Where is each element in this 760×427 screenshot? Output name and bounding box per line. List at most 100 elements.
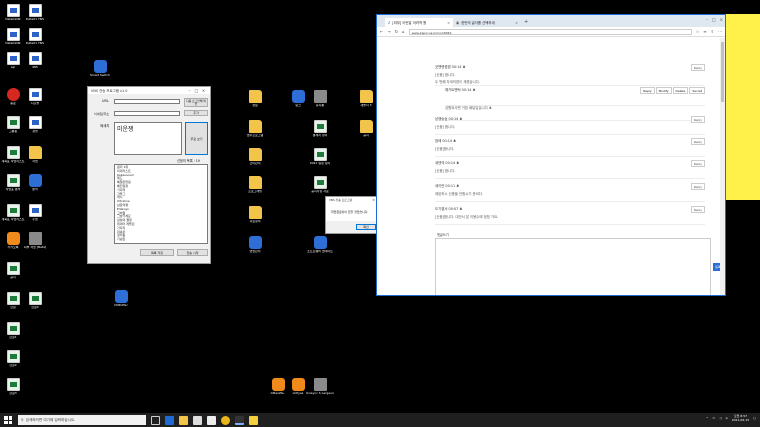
dialog-titlebar: VNS 전송 프로그램 × (326, 197, 380, 203)
dialog-ok-button[interactable]: 확인 (356, 224, 376, 230)
comment-body: [신중] 합니다. (435, 169, 456, 173)
taskbar-search[interactable]: ⚲ 검색하려면 여기에 입력하십시오. (18, 415, 146, 425)
tab-board[interactable]: Z [외부] 이런말 어려역 원 × (385, 18, 453, 27)
close-icon[interactable]: × (200, 88, 207, 93)
desktop-icon[interactable]: 공지 (0, 262, 27, 280)
browser-close-icon[interactable]: × (720, 17, 723, 22)
reply-button[interactable]: Reply (690, 160, 705, 167)
desktop-icon[interactable]: Unisync S Largeurs (306, 378, 334, 396)
favorites-icon[interactable]: ☆ (696, 29, 700, 34)
browser-minimize-icon[interactable]: – (706, 17, 708, 22)
share-icon[interactable]: ⇪ (711, 29, 714, 34)
tray-chevron-icon[interactable]: ^ (706, 416, 709, 420)
desktop-icon[interactable]: Smart Switch (86, 60, 114, 78)
address-bar[interactable]: www.2apocus.kr/no/18062 (408, 28, 692, 35)
desktop-icon[interactable]: 간이관리 (241, 148, 269, 166)
comment-action-button[interactable]: Secret (689, 87, 705, 94)
desktop-icon[interactable]: 업무프로그램 (241, 120, 269, 138)
desktop-icon[interactable]: 분석 (21, 174, 49, 192)
desktop-icon[interactable]: 소프트웨어 업데이트 (306, 236, 334, 254)
desktop-icon[interactable]: 지출올 (21, 88, 49, 106)
send-button[interactable]: 무료 보기 (185, 122, 208, 155)
desktop-icon[interactable]: 자료정리 (241, 206, 269, 224)
notification-icon[interactable]: ▢ (753, 416, 756, 420)
desktop-icon[interactable]: CMD4Tac (107, 290, 135, 308)
desktop-icon[interactable]: 수업 (21, 204, 49, 222)
hub-icon[interactable]: ≡ (703, 29, 706, 34)
desktop-icon[interactable]: 한글2 (0, 350, 27, 368)
xls-file-icon (6, 116, 20, 129)
desktop-icon[interactable]: 정보 (241, 90, 269, 108)
save-list-button[interactable]: 목록 저장 (140, 249, 174, 256)
tab-second[interactable]: ▣ 한번의 글자를 선택하세 × (453, 18, 521, 27)
desktop-icon[interactable]: 485 (21, 52, 49, 70)
minimize-icon[interactable]: – (186, 88, 193, 93)
explorer-icon[interactable] (179, 415, 188, 425)
submit-button[interactable]: 등록 (713, 263, 720, 271)
reply-button[interactable]: Reply (690, 206, 705, 213)
desktop-icon[interactable]: 정렬 (21, 116, 49, 134)
reply-button[interactable]: Reply (690, 64, 705, 71)
comment-author: 남쟁숭숭 00:14 ♣ (435, 117, 463, 121)
back-icon[interactable]: ← (380, 29, 383, 34)
comment-author: 참에 00:14 ♣ (435, 139, 457, 143)
comment-action-button[interactable]: Reply (640, 87, 655, 94)
reply-button[interactable]: Reply (690, 116, 705, 123)
desktop-icon[interactable]: 한글1 (0, 322, 27, 340)
forward-icon[interactable]: → (387, 29, 390, 34)
url-input[interactable] (114, 99, 180, 104)
clock[interactable]: 오전 8:57 2021-06-15 (732, 414, 749, 422)
desktop-icon[interactable]: 공지사항 자료 (306, 176, 334, 194)
app-task-icon[interactable] (235, 415, 244, 425)
desktop-icon[interactable]: Data01 TNS (21, 28, 49, 46)
desktop-icon[interactable]: 휴지통 (306, 90, 334, 108)
browser-scrollbar[interactable] (720, 38, 725, 295)
desktop-icon[interactable]: 영업관리 (241, 236, 269, 254)
tab-second-icon: ▣ (456, 20, 460, 25)
window-controls: – □ × (706, 17, 723, 22)
maximize-icon[interactable]: □ (193, 88, 200, 93)
desktop-icon[interactable]: 한글3 (0, 378, 27, 396)
ime-icon[interactable]: A (726, 416, 728, 420)
task-view-icon[interactable] (151, 415, 160, 425)
target-list[interactable]: 원더 1위 미미리스트 Kakaosoom 제드 혜밀은앙링 혜진일정 기다려 가을그 캐시 Ul… (114, 164, 208, 244)
desktop-icon[interactable]: 프로그래밍 (241, 176, 269, 194)
desktop-icon[interactable]: 작업 (21, 146, 49, 164)
nick-input[interactable] (114, 111, 180, 116)
comment-editor[interactable]: 댓글쓰기 (435, 233, 711, 295)
edge-icon[interactable] (165, 415, 174, 425)
home-icon[interactable]: ⌂ (402, 29, 405, 34)
start-send-button[interactable]: 전송 시작 (177, 249, 208, 256)
desktop-icon[interactable]: 결제서 정리 (306, 120, 334, 138)
more-icon[interactable]: ⋯ (718, 29, 722, 34)
add-button[interactable]: 추가 (184, 110, 208, 116)
comment-action-button[interactable]: Modify (655, 87, 672, 94)
url-check-button[interactable]: 다음 로그인해 확인 (184, 98, 208, 107)
desktop-icon[interactable]: 2021 일정 정리 (306, 148, 334, 166)
comment-body: [신중] 합니다. (435, 125, 456, 129)
volume-icon[interactable]: ◁ (719, 416, 721, 420)
scroll-thumb[interactable] (721, 42, 724, 102)
list-item[interactable]: 기념임 (117, 237, 205, 242)
reply-button[interactable]: Reply (690, 138, 705, 145)
chrome-icon[interactable] (221, 415, 230, 425)
start-icon[interactable] (4, 416, 12, 424)
network-icon[interactable]: ▭ (713, 416, 716, 420)
message-textarea[interactable]: 미운쟁 (114, 122, 182, 155)
kakao-icon[interactable] (249, 415, 258, 425)
mail-icon[interactable] (207, 415, 216, 425)
new-tab-icon[interactable]: + (521, 19, 531, 27)
page-content: 댓글쓰기 등록 목록쓰기답변수정삭제이전다음글위로가기 확대축소목록 굿맨텐겸겸… (377, 38, 720, 295)
comment-action-button[interactable]: Delete (672, 87, 689, 94)
desktop-icon-label: 작업 (32, 160, 38, 163)
desktop-icon[interactable]: 한글4 (21, 292, 49, 310)
refresh-icon[interactable]: ↻ (395, 29, 398, 34)
desktop-icon[interactable]: Data01 TNS (21, 4, 49, 22)
tab-second-close-icon[interactable]: × (515, 21, 518, 25)
desktop-icon-label: 간이관리 (249, 162, 261, 165)
reply-button[interactable]: Reply (690, 183, 705, 190)
desktop-icon[interactable]: 외부 작업 [Beta] (21, 232, 49, 250)
browser-maximize-icon[interactable]: □ (712, 17, 716, 22)
tab-close-icon[interactable]: × (447, 21, 450, 25)
store-icon[interactable] (193, 415, 202, 425)
